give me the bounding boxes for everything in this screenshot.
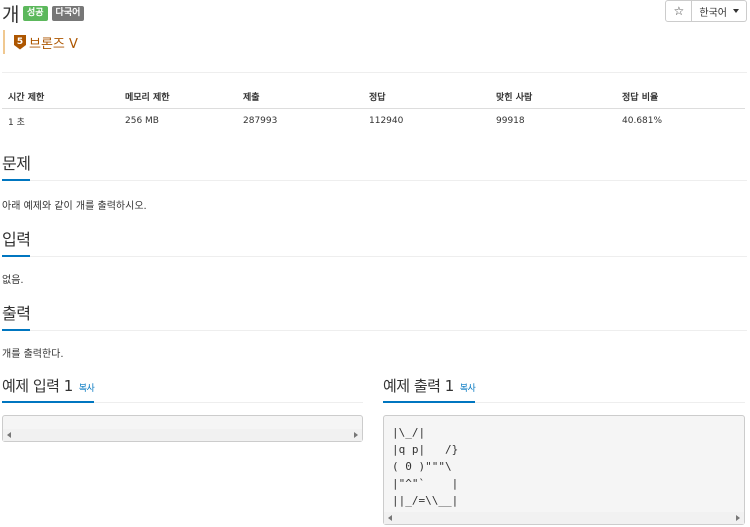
- description-title: 문제: [2, 150, 31, 181]
- memory-limit-value: 256 MB: [125, 116, 159, 127]
- tier-name[interactable]: 브론즈 V: [29, 33, 78, 52]
- header-time-limit: 시간 제한: [2, 86, 119, 109]
- page-title: 개: [2, 3, 19, 26]
- sample-input-box[interactable]: [2, 415, 363, 442]
- input-text: 없음.: [2, 275, 24, 286]
- caret-down-icon: [733, 9, 739, 13]
- sample-output-scrollbar[interactable]: [384, 512, 744, 524]
- divider: [2, 72, 747, 73]
- output-text: 개를 출력한다.: [2, 349, 64, 360]
- problem-info-table: 시간 제한 메모리 제한 제출 정답 맞힌 사람 정답 비율 1 초 256 M…: [2, 86, 745, 134]
- copy-sample-input-link[interactable]: 복사: [79, 384, 95, 394]
- tier-box: 5 브론즈 V: [3, 30, 78, 54]
- input-header: 입력: [2, 226, 747, 257]
- language-dropdown[interactable]: 한국어: [692, 0, 747, 22]
- input-title: 입력: [2, 226, 31, 257]
- time-limit-value: 1 초: [8, 117, 25, 128]
- sample-output-header: 예제 출력 1 복사: [383, 375, 745, 403]
- accept-ratio-value: 40.681%: [622, 116, 663, 127]
- sample-output-title-text: 예제 출력 1: [383, 377, 454, 395]
- sample-output-box[interactable]: |\_/| |q p| /} ( 0 )"""\ |"^"` | ||_/=\\…: [383, 415, 745, 525]
- language-label: 한국어: [699, 7, 727, 19]
- top-right-controls: ☆ 한국어: [665, 0, 747, 22]
- title-row: 개 성공 다국어: [2, 0, 85, 26]
- bronze-tier-icon: 5: [14, 34, 26, 50]
- sample-input-header: 예제 입력 1 복사: [2, 375, 363, 403]
- sample-input-scrollbar[interactable]: [3, 429, 362, 441]
- multilingual-label[interactable]: 다국어: [51, 5, 85, 21]
- header-solved-users: 맞힌 사람: [490, 86, 616, 109]
- accepted-value: 112940: [369, 116, 404, 127]
- star-button[interactable]: ☆: [665, 0, 693, 22]
- scroll-left-arrow-icon[interactable]: [388, 515, 392, 521]
- scroll-right-arrow-icon[interactable]: [736, 515, 740, 521]
- sample-input-title: 예제 입력 1 복사: [2, 375, 95, 403]
- solved-users-value: 99918: [496, 116, 525, 127]
- submissions-value: 287993: [243, 116, 278, 127]
- copy-sample-output-link[interactable]: 복사: [460, 384, 476, 394]
- output-header: 출력: [2, 300, 747, 331]
- header-accept-ratio: 정답 비율: [616, 86, 745, 109]
- table-row: 1 초 256 MB 287993 112940 99918 40.681%: [2, 108, 745, 134]
- star-icon: ☆: [673, 4, 685, 18]
- output-title: 출력: [2, 300, 31, 331]
- description-text: 아래 예제와 같이 개를 출력하시오.: [2, 201, 147, 212]
- scroll-left-arrow-icon[interactable]: [7, 432, 11, 438]
- sample-output-content: |\_/| |q p| /} ( 0 )"""\ |"^"` | ||_/=\\…: [392, 426, 459, 507]
- sample-input-content: [3, 416, 362, 424]
- sample-input-title-text: 예제 입력 1: [2, 377, 73, 395]
- header-memory-limit: 메모리 제한: [119, 86, 237, 109]
- success-label: 성공: [22, 5, 48, 21]
- scroll-right-arrow-icon[interactable]: [354, 432, 358, 438]
- description-header: 문제: [2, 150, 747, 181]
- header-submissions: 제출: [237, 86, 363, 109]
- sample-output-title: 예제 출력 1 복사: [383, 375, 476, 403]
- table-header-row: 시간 제한 메모리 제한 제출 정답 맞힌 사람 정답 비율: [2, 86, 745, 109]
- header-accepted: 정답: [363, 86, 490, 109]
